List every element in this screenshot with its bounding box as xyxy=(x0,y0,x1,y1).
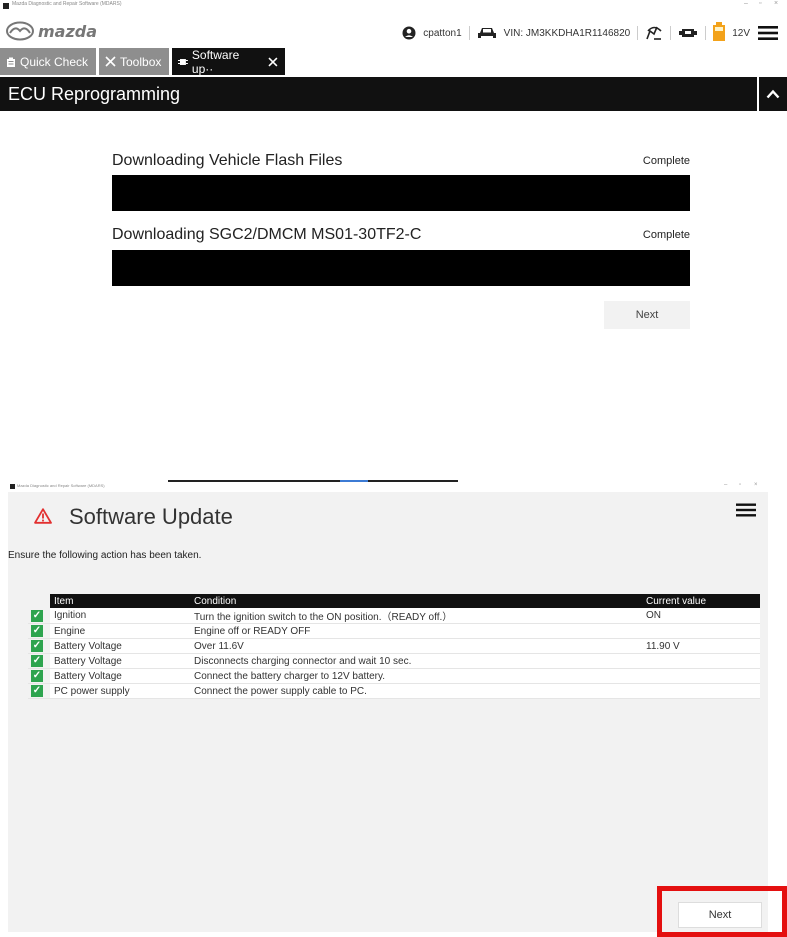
condition-table: Item Condition Current value ✓ Ignition … xyxy=(28,594,760,699)
app-icon xyxy=(3,3,9,9)
column-header-condition: Condition xyxy=(190,594,642,608)
maximize-button[interactable]: ▫ xyxy=(759,0,761,7)
cell-current-value xyxy=(642,623,760,639)
mazda-logo: mazda xyxy=(5,20,97,42)
checkbox-checked-icon: ✓ xyxy=(31,640,43,652)
user-icon[interactable] xyxy=(402,26,416,40)
tab-software-update[interactable]: Software up·· xyxy=(172,47,285,76)
tools-icon xyxy=(105,56,116,67)
car-icon xyxy=(477,28,496,38)
vci-connection-icon[interactable] xyxy=(645,25,663,41)
divider xyxy=(670,26,672,40)
next-button-highlight xyxy=(657,886,787,937)
download-progress-bar xyxy=(112,250,690,286)
cell-condition: Connect the battery charger to 12V batte… xyxy=(190,668,642,684)
battery-voltage: 12V xyxy=(732,27,750,39)
table-row: ✓ Battery Voltage Connect the battery ch… xyxy=(28,668,760,684)
next-button[interactable]: Next xyxy=(604,301,690,329)
engine-icon[interactable] xyxy=(678,26,698,40)
dialog-titlebar: Mazda Diagnostic and Repair Software (MD… xyxy=(8,482,768,492)
user-name[interactable]: cpatton1 xyxy=(423,28,461,39)
checkbox-checked-icon: ✓ xyxy=(31,685,43,697)
close-window-button[interactable]: × xyxy=(774,0,778,7)
cell-current-value: ON xyxy=(642,608,760,624)
cell-item: Engine xyxy=(50,623,190,639)
divider xyxy=(468,26,470,40)
hamburger-menu-icon[interactable] xyxy=(735,503,757,517)
cell-item: Battery Voltage xyxy=(50,638,190,654)
tab-quick-check[interactable]: Quick Check xyxy=(0,48,96,75)
table-row: ✓ Battery Voltage Disconnects charging c… xyxy=(28,653,760,669)
download-progress-bar xyxy=(112,175,690,211)
tab-label: Quick Check xyxy=(20,54,89,69)
mazda-emblem-icon xyxy=(6,21,34,41)
chevron-up-icon xyxy=(766,89,780,99)
minimize-button[interactable]: – xyxy=(744,0,748,7)
tab-label: Toolbox xyxy=(120,54,162,69)
divider xyxy=(705,26,707,40)
tab-bar: Quick Check Toolbox Software up·· xyxy=(0,47,787,76)
app-header: mazda cpatton1 VIN: JM3KKDHA1R1146820 12… xyxy=(0,12,787,48)
section-title: ECU Reprogramming xyxy=(8,84,181,104)
collapse-button[interactable] xyxy=(757,77,787,111)
check-column-header xyxy=(28,594,50,608)
download-label: Downloading SGC2/DMCM MS01-30TF2-C xyxy=(112,226,422,243)
mdars-main-window: Mazda Diagnostic and Repair Software (MD… xyxy=(0,0,787,480)
close-window-button[interactable]: × xyxy=(754,482,758,488)
window-title: Mazda Diagnostic and Repair Software (MD… xyxy=(17,483,105,488)
cell-condition: Disconnects charging connector and wait … xyxy=(190,653,642,669)
table-header-row: Item Condition Current value xyxy=(28,594,760,608)
cell-current-value xyxy=(642,683,760,699)
column-header-item: Item xyxy=(50,594,190,608)
checkbox-checked-icon: ✓ xyxy=(31,609,43,622)
chip-icon xyxy=(178,58,188,65)
software-update-dialog: Mazda Diagnostic and Repair Software (MD… xyxy=(8,482,768,932)
vin-label: VIN: JM3KKDHA1R1146820 xyxy=(503,27,631,39)
close-tab-icon[interactable] xyxy=(267,56,279,68)
cell-current-value: 11.90 V xyxy=(642,638,760,654)
window-titlebar: Mazda Diagnostic and Repair Software (MD… xyxy=(0,0,787,12)
cell-current-value xyxy=(642,668,760,684)
divider xyxy=(637,26,639,40)
cell-item: Battery Voltage xyxy=(50,653,190,669)
header-status-area: cpatton1 VIN: JM3KKDHA1R1146820 12V xyxy=(402,22,779,44)
dialog-title: Software Update xyxy=(69,504,233,529)
download-status: Complete xyxy=(642,155,690,167)
logo-text: mazda xyxy=(38,21,98,41)
table-row: ✓ Ignition Turn the ignition switch to t… xyxy=(28,608,760,624)
cell-item: Ignition xyxy=(50,608,190,624)
tab-label: Software up·· xyxy=(191,47,240,76)
clipboard-icon xyxy=(7,57,15,67)
battery-icon xyxy=(713,22,726,41)
column-header-current-value: Current value xyxy=(642,594,760,608)
checkbox-checked-icon: ✓ xyxy=(31,655,43,667)
table-row: ✓ Engine Engine off or READY OFF xyxy=(28,623,760,639)
checkbox-checked-icon: ✓ xyxy=(31,670,43,682)
cell-condition: Connect the power supply cable to PC. xyxy=(190,683,642,699)
table-row: ✓ Battery Voltage Over 11.6V 11.90 V xyxy=(28,638,760,654)
table-row: ✓ PC power supply Connect the power supp… xyxy=(28,683,760,699)
maximize-button[interactable]: ▫ xyxy=(739,482,741,488)
download-label: Downloading Vehicle Flash Files xyxy=(112,152,343,169)
download-status: Complete xyxy=(642,229,690,241)
minimize-button[interactable]: – xyxy=(724,482,727,488)
app-icon xyxy=(10,484,15,489)
cell-condition: Engine off or READY OFF xyxy=(190,623,642,639)
cell-item: PC power supply xyxy=(50,683,190,699)
cell-current-value xyxy=(642,653,760,669)
cell-item: Battery Voltage xyxy=(50,668,190,684)
cell-condition: Over 11.6V xyxy=(190,638,642,654)
cell-condition: Turn the ignition switch to the ON posit… xyxy=(190,608,642,624)
checkbox-checked-icon: ✓ xyxy=(31,625,43,637)
instruction-text: Ensure the following action has been tak… xyxy=(8,550,202,561)
tab-toolbox[interactable]: Toolbox xyxy=(99,48,169,75)
section-header: ECU Reprogramming xyxy=(0,77,787,111)
warning-icon xyxy=(34,508,52,524)
hamburger-menu-icon[interactable] xyxy=(757,25,779,41)
window-title: Mazda Diagnostic and Repair Software (MD… xyxy=(12,1,122,7)
